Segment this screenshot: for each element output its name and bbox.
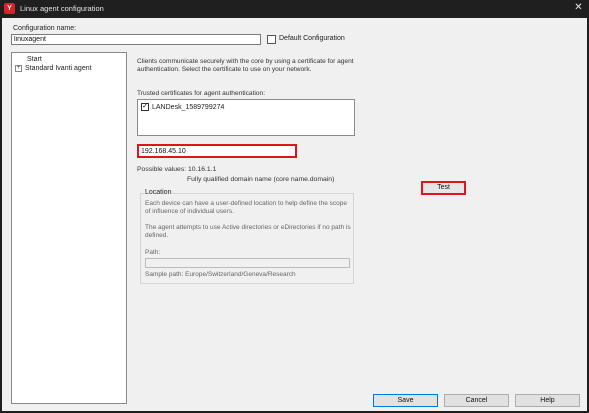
location-group: Location Each device can have a user-def… xyxy=(140,189,354,284)
certificate-checkbox[interactable]: ✓ xyxy=(141,103,149,111)
configuration-name-input[interactable] xyxy=(11,34,261,45)
dialog-body: Configuration name: Default Configuratio… xyxy=(2,18,587,411)
save-button[interactable]: Save xyxy=(373,394,438,407)
ivanti-app-icon: Y xyxy=(4,3,15,14)
core-address-input[interactable] xyxy=(137,144,297,158)
certificate-description: Clients communicate securely with the co… xyxy=(137,58,354,73)
location-legend: Location xyxy=(144,189,173,196)
location-directory-note: The agent attempts to use Active directo… xyxy=(145,224,351,239)
path-input[interactable] xyxy=(145,258,350,268)
fqdn-hint-text: Fully qualified domain name (core name.d… xyxy=(187,176,335,183)
certificate-list[interactable]: ✓ LANDesk_1589799274 xyxy=(137,99,355,136)
default-configuration-label: Default Configuration xyxy=(279,35,345,42)
help-button[interactable]: Help xyxy=(515,394,580,407)
configuration-name-label: Configuration name: xyxy=(13,25,77,32)
close-icon[interactable]: ✕ xyxy=(572,2,585,14)
navigation-tree[interactable]: Start + Standard Ivanti agent xyxy=(11,52,127,404)
expand-plus-icon[interactable]: + xyxy=(15,65,22,72)
path-label: Path: xyxy=(145,249,161,256)
tree-item-start[interactable]: Start xyxy=(27,56,42,63)
location-description: Each device can have a user-defined loca… xyxy=(145,200,347,215)
tree-item-standard-ivanti-agent[interactable]: + Standard Ivanti agent xyxy=(15,65,92,72)
certificate-item[interactable]: ✓ LANDesk_1589799274 xyxy=(141,103,224,111)
window-title: Linux agent configuration xyxy=(20,4,104,13)
test-button[interactable]: Test xyxy=(421,181,466,195)
trusted-certificates-label: Trusted certificates for agent authentic… xyxy=(137,90,266,97)
tree-item-label: Standard Ivanti agent xyxy=(25,65,92,72)
possible-values-text: Possible values: 10.16.1.1 xyxy=(137,166,217,173)
sample-path-text: Sample path: Europe/Switzerland/Geneva/R… xyxy=(145,271,296,278)
title-bar[interactable]: Y Linux agent configuration ✕ xyxy=(0,0,589,17)
certificate-label: LANDesk_1589799274 xyxy=(152,103,225,111)
cancel-button[interactable]: Cancel xyxy=(444,394,509,407)
default-configuration-checkbox[interactable] xyxy=(267,35,276,44)
dialog-window: Y Linux agent configuration ✕ Configurat… xyxy=(0,0,589,413)
